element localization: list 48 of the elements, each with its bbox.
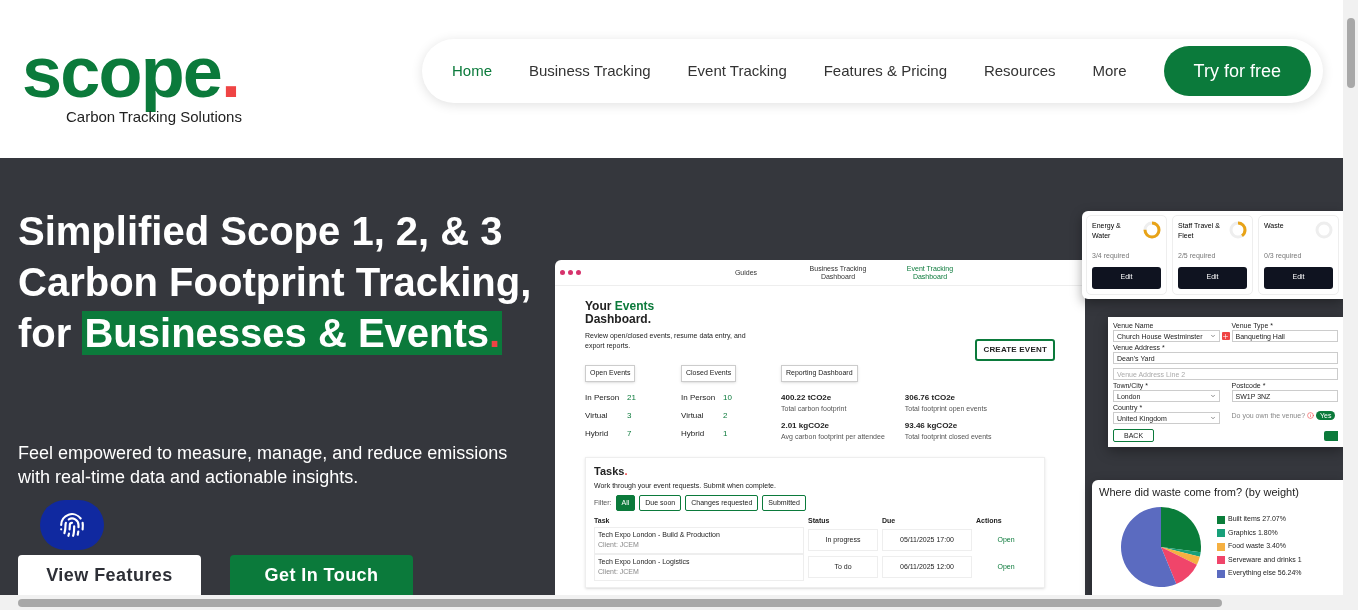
next-button[interactable] <box>1324 430 1338 441</box>
nav-link[interactable]: Business Tracking <box>528 59 651 83</box>
stat-label: In Person <box>585 391 621 404</box>
nav-link[interactable]: Resources <box>983 59 1056 83</box>
vertical-scrollbar[interactable] <box>1343 0 1358 595</box>
metric-value: 306.76 tCO2e <box>904 391 957 404</box>
legend-swatch <box>1217 556 1225 564</box>
nav-link[interactable]: Event Tracking <box>687 59 787 83</box>
chevron-down-icon <box>1209 333 1216 339</box>
stat-value: 21 <box>627 391 636 404</box>
hero-heading: Simplified Scope 1, 2, & 3 Carbon Footprint Tracking, for Businesses & Events. <box>18 208 533 357</box>
stat-label: Virtual <box>681 409 705 422</box>
nav-link[interactable]: Home <box>452 59 492 83</box>
legend-swatch <box>1217 542 1225 551</box>
stat-label: Hybrid <box>585 427 610 440</box>
progress-ring-icon <box>1229 221 1247 239</box>
stat-label: In Person <box>681 391 717 404</box>
chart-title: Where did waste come from? (by weight) <box>1099 485 1300 500</box>
metric-value: 400.22 tCO2e <box>781 391 833 404</box>
nav-link[interactable]: Features & Pricing <box>823 59 948 83</box>
progress-ring-icon <box>1143 221 1161 239</box>
fingerprint-badge[interactable] <box>40 500 104 550</box>
info-icon <box>1307 411 1315 419</box>
stat-value: 1 <box>723 427 728 440</box>
nav-link[interactable]: More <box>1092 59 1127 83</box>
stat-value: 2 <box>723 409 728 422</box>
get-in-touch-button[interactable]: Get In Touch <box>230 555 413 595</box>
metric-value: 2.01 kgCO2e <box>781 420 831 432</box>
chevron-down-icon <box>1209 393 1216 399</box>
chevron-down-icon <box>1209 415 1216 421</box>
legend-swatch <box>1217 515 1225 524</box>
stat-value: 3 <box>627 409 632 422</box>
fingerprint-icon <box>59 512 85 538</box>
stat-label: Hybrid <box>681 427 706 440</box>
tasks-title: Tasks. <box>594 463 629 479</box>
try-for-free-button[interactable]: Try for free <box>1163 46 1311 96</box>
plus-icon <box>1221 332 1230 340</box>
dashboard-title: Your Events Dashboard. <box>585 300 656 326</box>
view-features-button[interactable]: View Features <box>18 555 201 595</box>
stat-value: 10 <box>723 391 732 404</box>
stat-value: 7 <box>627 427 632 440</box>
legend-swatch <box>1217 569 1225 578</box>
legend-swatch <box>1217 529 1225 537</box>
stat-label: Virtual <box>585 409 609 422</box>
hero-subtitle: Feel empowered to measure, manage, and reduce emissions with real-time data and actionable insights. <box>18 442 509 489</box>
create-event-button[interactable]: CREATE EVENT <box>975 339 1055 361</box>
metric-value: 93.46 kgCO2e <box>904 420 959 432</box>
horizontal-scrollbar[interactable] <box>0 595 1358 610</box>
